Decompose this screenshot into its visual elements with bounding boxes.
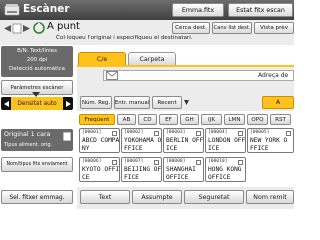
select-stored-file-button[interactable]: Sel. fitxer emmag. xyxy=(1,190,73,204)
title-tab-cd[interactable]: CD xyxy=(138,114,157,125)
destination-00006[interactable]: [00006] KYOTO OFFI CE xyxy=(79,157,120,182)
checkbox-icon xyxy=(238,160,243,165)
ready-icon xyxy=(33,22,45,34)
density-indicator-icon xyxy=(32,92,40,97)
ready-title: A punt xyxy=(47,21,80,32)
a-button[interactable]: A xyxy=(262,96,294,109)
checkbox-icon xyxy=(154,131,159,136)
title-tab-ef-label: EF xyxy=(165,116,172,123)
title-tab-ijk-label: IJK xyxy=(208,116,215,123)
destination-name: YOKOHAMA O FFICE xyxy=(124,137,162,152)
destination-name: BERLIN OFF ICE xyxy=(166,137,204,152)
destination-00004[interactable]: [00004] LONDON OFF ICE xyxy=(205,128,246,153)
original-sides: Original 1 cara xyxy=(4,131,51,138)
destination-number: [00004] xyxy=(208,130,228,135)
destination-00002[interactable]: [00002] YOKOHAMA O FFICE xyxy=(121,128,162,153)
checkbox-icon xyxy=(154,160,159,165)
title-tab-lmn-label: LMN xyxy=(228,116,241,123)
destination-name: SHANGHAI OFFICE xyxy=(166,166,196,181)
title-tab-lmn[interactable]: LMN xyxy=(224,114,245,125)
app-title: Escàner xyxy=(23,3,70,15)
mode-detection: Detecció automàtica xyxy=(9,66,65,72)
title-tab-rst-label: RST xyxy=(275,116,286,123)
swap-icon xyxy=(2,23,32,34)
destination-00010[interactable]: [00010] HONG KONG OFFICE xyxy=(205,157,246,182)
destination-number: [00008] xyxy=(166,159,186,164)
tab-email[interactable]: C/e xyxy=(78,52,126,65)
original-orientation-icon xyxy=(63,132,71,141)
checkbox-icon xyxy=(286,131,291,136)
destination-name: NEW YORK O FFICE xyxy=(250,137,288,152)
recent-button[interactable]: Recent xyxy=(152,96,182,109)
mode-resolution: 200 dpi xyxy=(26,57,48,63)
checkbox-icon xyxy=(238,131,243,136)
tab-folder[interactable]: Carpeta xyxy=(128,52,176,65)
mode-type: B/N: Text/línies xyxy=(17,48,57,54)
title-tab-opq[interactable]: OPQ xyxy=(247,114,268,125)
manual-entry-button[interactable]: Entr. manual xyxy=(114,96,150,109)
title-tab-ab[interactable]: AB xyxy=(117,114,136,125)
title-tab-gh[interactable]: GH xyxy=(180,114,199,125)
destination-00003[interactable]: [00003] BERLIN OFF ICE xyxy=(163,128,204,153)
recent-dropdown-icon xyxy=(184,100,189,105)
destination-number: [00007] xyxy=(124,159,144,164)
file-name-type-button[interactable]: Nom/tipus fitx enviament xyxy=(1,157,73,172)
title-tab-ef[interactable]: EF xyxy=(159,114,178,125)
density-decrease-button[interactable] xyxy=(1,97,11,110)
destination-00008[interactable]: [00008] SHANGHAI OFFICE xyxy=(163,157,204,182)
sender-name-button[interactable]: Nom remit xyxy=(246,190,294,204)
density-increase-button[interactable] xyxy=(63,97,73,110)
text-button[interactable]: Text xyxy=(80,190,130,204)
email-envelope-icon xyxy=(106,71,118,80)
destination-name: BEIJING OF FICE xyxy=(124,166,162,181)
destination-number: [00005] xyxy=(250,130,270,135)
memory-file-button[interactable]: Emma.fitx xyxy=(172,3,224,17)
title-tab-frequent-label: Freqüent xyxy=(84,116,110,123)
destination-name: KYOTO OFFI CE xyxy=(82,166,120,181)
title-tab-rst[interactable]: RST xyxy=(270,114,291,125)
title-tab-cd-label: CD xyxy=(143,116,152,123)
density-auto-label[interactable]: Densitat auto xyxy=(11,97,63,110)
destination-name: LONDON OFF ICE xyxy=(208,137,246,152)
destination-name: ABCD COMPA NY xyxy=(82,137,120,152)
check-destination-button[interactable]: Canv llst dest. xyxy=(212,22,252,34)
title-tab-ab-label: AB xyxy=(122,116,131,123)
destination-00007[interactable]: [00007] BEIJING OF FICE xyxy=(121,157,162,182)
destination-name: HONG KONG OFFICE xyxy=(208,166,242,181)
checkbox-icon xyxy=(196,160,201,165)
ready-message: Col·loqueu l'original i especifiqueu el … xyxy=(56,35,193,41)
title-tab-ijk[interactable]: IJK xyxy=(201,114,222,125)
original-feed-type: Tipus aliment. orig. xyxy=(4,142,53,148)
destination-number: [00010] xyxy=(208,159,228,164)
title-tab-opq-label: OPQ xyxy=(251,116,264,123)
scan-file-status-button[interactable]: Estat fitx escan xyxy=(228,3,293,17)
density-slider[interactable]: Densitat auto xyxy=(1,97,73,110)
preview-button[interactable]: Vista prèv xyxy=(254,22,294,34)
tab-underline xyxy=(77,65,294,67)
destination-number: [00006] xyxy=(82,159,102,164)
destination-number: [00001] xyxy=(82,130,102,135)
search-destination-button[interactable]: Cerca dest. xyxy=(172,22,210,34)
registration-number-button[interactable]: Núm. Reg. xyxy=(80,96,112,109)
scanner-app-icon xyxy=(4,2,20,17)
subject-button[interactable]: Assumpte xyxy=(132,190,182,204)
checkbox-icon xyxy=(112,131,117,136)
checkbox-icon xyxy=(112,160,117,165)
title-tab-frequent[interactable]: Freqüent xyxy=(79,114,115,125)
destination-number: [00003] xyxy=(166,130,186,135)
address-label: Adreça de xyxy=(258,72,289,79)
destination-00005[interactable]: [00005] NEW YORK O FFICE xyxy=(247,128,294,153)
checkbox-icon xyxy=(196,131,201,136)
destination-number: [00002] xyxy=(124,130,144,135)
destination-00001[interactable]: [00001] ABCD COMPA NY xyxy=(79,128,120,153)
security-button[interactable]: Seguretat xyxy=(184,190,244,204)
title-tab-gh-label: GH xyxy=(185,116,194,123)
